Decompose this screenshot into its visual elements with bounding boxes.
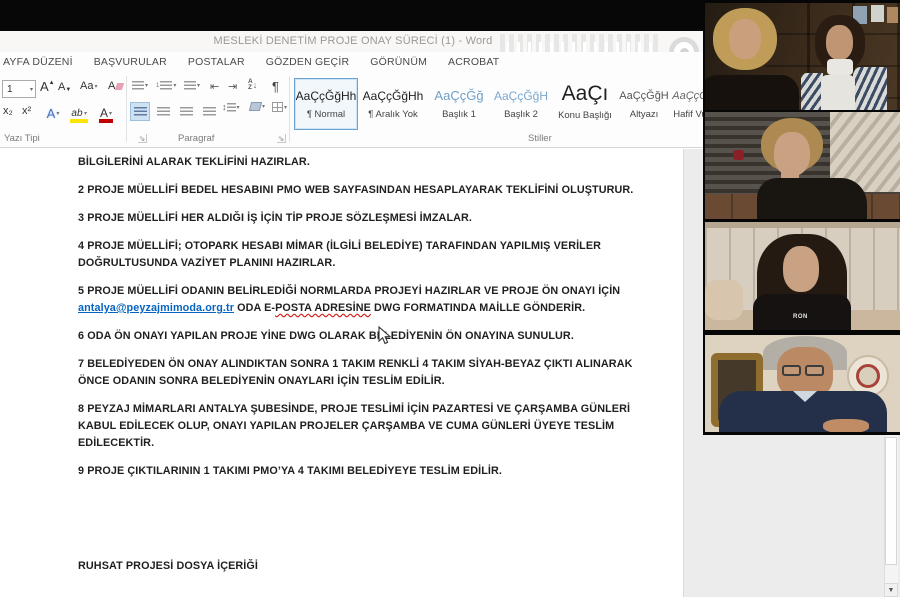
font-dialog-launcher[interactable]: ⇘ [138,134,147,143]
style-normal[interactable]: AaÇçĞğHh ¶ Normal [294,78,358,130]
style-baslik-2[interactable]: AaÇçĞğH Başlık 2 [492,78,550,130]
paragraph: 8 PEYZAJ MİMARLARI ANTALYA ŞUBESİNDE, PR… [78,403,631,449]
tab-acrobat[interactable]: ACROBAT [448,56,499,68]
shading-button[interactable]: ▾ [248,102,265,111]
align-center-button[interactable] [153,102,173,121]
font-size-input[interactable]: 1 ▾ [2,80,36,98]
tab-postalar[interactable]: POSTALAR [188,56,245,68]
change-case-button[interactable]: Aa ▾ [80,80,97,92]
decrease-indent-button[interactable]: ⇤ [210,80,219,93]
ribbon-tab-bar: AYFA DÜZENİ BAŞVURULAR POSTALAR GÖZDEN G… [0,52,706,72]
scrollbar-thumb[interactable] [885,437,897,565]
participant-silhouette: RON [705,222,900,330]
chevron-down-icon[interactable]: ▾ [30,86,33,93]
numbering-button[interactable]: 1 ▾ [156,81,176,90]
participant-silhouette [705,3,900,110]
top-black-bar [0,0,706,31]
paragraph: 7 BELEDİYEDEN ÖN ONAY ALINDIKTAN SONRA 1… [78,358,633,387]
borders-grid-icon [272,102,283,112]
multilevel-list-button[interactable]: ▾ [184,81,200,90]
paragraph: BİLGİLERİNİ ALARAK TEKLİFİNİ HAZIRLAR. [78,156,310,168]
font-group-label: Yazı Tipi [4,133,40,144]
paragraph-group-label: Paragraf [178,133,215,144]
spellcheck-underline: POSTA ADRESİNE [275,302,371,314]
screen: MESLEKİ DENETİM PROJE ONAY SÜRECİ (1) - … [0,0,900,597]
bullets-button[interactable]: ▾ [132,81,148,90]
participant-silhouette [705,335,900,432]
font-color-swatch [99,119,113,123]
participant-silhouette [705,112,900,219]
mouse-cursor [378,326,392,345]
highlight-button[interactable]: ab ▾ [68,102,90,124]
text-effects-button[interactable]: A ▾ [44,103,62,123]
paragraph-dialog-launcher[interactable]: ⇘ [277,134,286,143]
align-right-button[interactable] [176,102,196,121]
hoodie-text: RON [793,314,808,320]
clear-formatting-button[interactable]: A [108,80,125,92]
show-marks-button[interactable]: ¶ [272,79,279,94]
sort-button[interactable]: AZ ↓ [248,78,257,91]
style-baslik-1[interactable]: AaÇçĞğ Başlık 1 [428,78,490,130]
tab-gozden-gecir[interactable]: GÖZDEN GEÇİR [266,56,350,68]
eraser-icon [115,82,125,90]
paragraph: 3 PROJE MÜELLİFİ HER ALDIĞI İŞ İÇİN TİP … [78,212,473,224]
paragraph: 9 PROJE ÇIKTILARININ 1 TAKIMI PMO’YA 4 T… [78,465,503,477]
tab-sayfa-duzeni[interactable]: AYFA DÜZENİ [3,56,73,68]
justify-button[interactable] [199,102,219,121]
align-left-button[interactable] [130,102,150,121]
style-konu-basligi[interactable]: AaÇı Konu Başlığı [552,78,618,130]
paint-bucket-icon [248,102,263,111]
email-link[interactable]: antalya@peyzajmimoda.org.tr [78,302,234,314]
glasses-icon [782,365,828,378]
paragraph: 2 PROJE MÜELLİFİ BEDEL HESABINI PMO WEB … [78,184,634,196]
style-aralik-yok[interactable]: AaÇçĞğHh ¶ Aralık Yok [361,78,425,130]
video-panel: RON [703,0,900,435]
tab-gorunum[interactable]: GÖRÜNÜM [370,56,427,68]
highlight-color-swatch [70,119,88,123]
paragraph: 5 PROJE MÜELLİFİ ODANIN BELİRLEDİĞİ NORM… [78,285,621,314]
video-tile-1[interactable] [705,3,900,110]
grow-font-button[interactable]: A ▲ [40,79,55,94]
style-altyazi[interactable]: AaÇçĞğH Altyazı [619,78,669,130]
line-spacing-button[interactable]: ↕ ▾ [222,102,240,112]
shrink-font-button[interactable]: A ▼ [58,81,71,93]
font-color-button[interactable]: A ▾ [97,102,115,124]
superscript-button[interactable]: x² [22,105,31,117]
tab-basvurular[interactable]: BAŞVURULAR [94,56,167,68]
video-tile-4[interactable] [705,335,900,432]
borders-button[interactable]: ▾ [272,102,287,112]
scroll-down-button[interactable]: ▼ [884,583,898,597]
subscript-button[interactable]: x₂ [3,105,13,117]
video-tile-2[interactable] [705,112,900,219]
paragraph: 4 PROJE MÜELLİFİ; OTOPARK HESABI MİMAR (… [78,240,602,269]
ribbon: 1 ▾ A ▲ A ▼ Aa ▾ A x₂ x² A ▾ ab ▾ A ▾ Yazı Tip… [0,72,710,148]
document-page[interactable]: BİLGİLERİNİ ALARAK TEKLİFİNİ HAZIRLAR. 2… [0,149,684,597]
increase-indent-button[interactable]: ⇥ [228,80,237,93]
video-tile-3[interactable]: RON [705,222,900,330]
styles-group-label: Stiller [528,133,552,144]
section-heading: RUHSAT PROJESİ DOSYA İÇERİĞİ [78,560,258,572]
